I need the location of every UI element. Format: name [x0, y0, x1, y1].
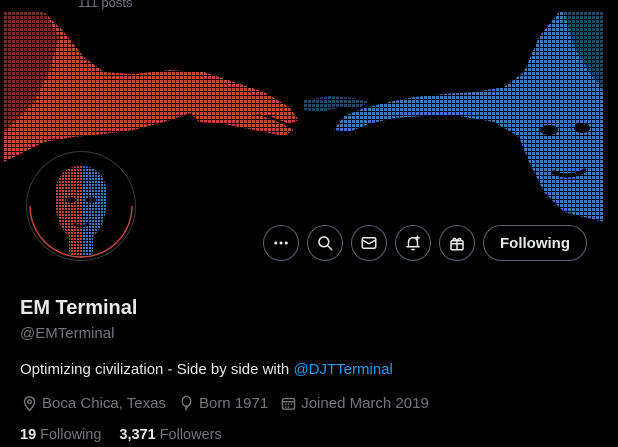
search-icon [318, 236, 333, 251]
location-icon [23, 396, 36, 412]
notifications-button[interactable] [395, 225, 432, 261]
born-text: Born 1971 [198, 395, 269, 412]
location-item: Boca Chica, Texas [21, 395, 166, 412]
profile-avatar[interactable] [27, 152, 135, 260]
bio-mention-link[interactable]: @DJTTerminal [293, 361, 392, 378]
profile-bio: Optimizing civilization - Side by side w… [20, 361, 393, 378]
profile-actions: Following [263, 225, 587, 261]
profile-stats: 19 Following 3,371 Followers [20, 427, 222, 443]
joined-text: Joined March 2019 [301, 395, 429, 412]
more-button[interactable] [263, 225, 300, 261]
posts-count: 111 posts [78, 0, 133, 10]
search-button[interactable] [307, 225, 344, 261]
following-button[interactable]: Following [483, 225, 587, 261]
gift-icon [450, 237, 464, 251]
profile-meta: Boca Chica, Texas Born 1971 Joined March… [21, 395, 429, 412]
following-label: Following [40, 427, 102, 443]
balloon-icon [181, 395, 192, 412]
message-button[interactable] [351, 225, 388, 261]
top-bar: 111 posts [0, 0, 618, 12]
profile-handle: @EMTerminal [20, 325, 115, 342]
notification-icon [406, 235, 420, 251]
gift-button[interactable] [439, 225, 476, 261]
bio-text: Optimizing civilization - Side by side w… [20, 361, 294, 378]
profile-name: EM Terminal [20, 297, 138, 319]
followers-label: Followers [159, 427, 222, 443]
born-item: Born 1971 [178, 395, 268, 412]
joined-item: Joined March 2019 [280, 395, 429, 412]
more-icon [274, 241, 288, 245]
followers-stat-link[interactable]: 3,371 Followers [119, 427, 221, 443]
calendar-icon [281, 397, 296, 410]
followers-count: 3,371 [119, 427, 156, 443]
location-text: Boca Chica, Texas [42, 395, 166, 412]
message-icon [361, 237, 377, 249]
following-count: 19 [20, 427, 37, 443]
following-stat-link[interactable]: 19 Following [20, 427, 101, 443]
